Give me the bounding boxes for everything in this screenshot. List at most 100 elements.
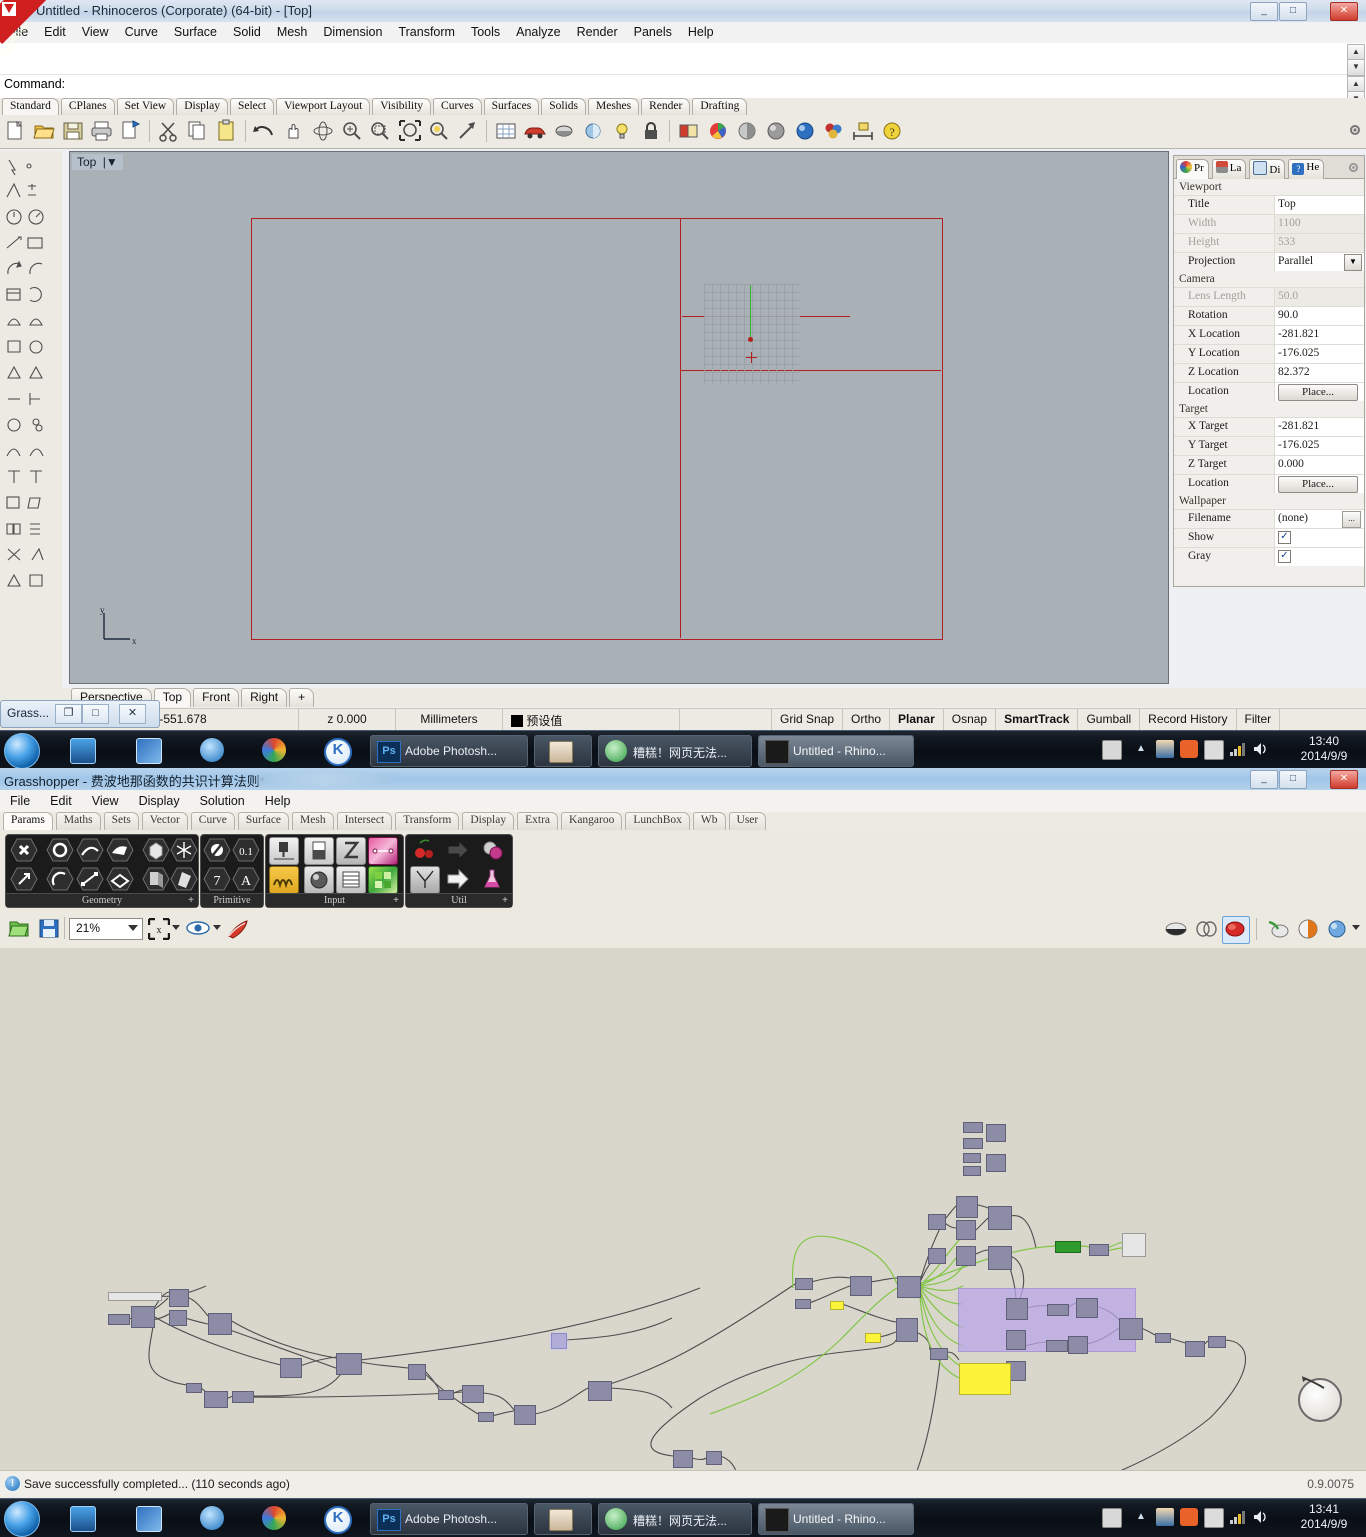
start-button[interactable] xyxy=(4,733,40,769)
canvas-component-node[interactable] xyxy=(551,1333,567,1349)
cut-scissors-icon[interactable] xyxy=(156,118,182,144)
menu-help[interactable]: Help xyxy=(680,22,722,43)
internet-explorer-icon-bottom[interactable] xyxy=(200,1506,224,1530)
chevron-down-icon[interactable]: ▼ xyxy=(1344,254,1362,271)
gh-tab-transform[interactable]: Transform xyxy=(395,812,460,830)
canvas-draw-fancy-icon[interactable] xyxy=(1296,918,1320,940)
param-mesh-icon[interactable] xyxy=(170,837,198,863)
toolbar-tab-meshes[interactable]: Meshes xyxy=(588,98,640,115)
viewport-title-label[interactable]: Top |▼ xyxy=(72,154,123,170)
menu-panels[interactable]: Panels xyxy=(626,22,680,43)
grasshopper-mini-close-button[interactable]: ✕ xyxy=(119,704,146,724)
taskbar-clock-top[interactable]: 13:40 2014/9/9 xyxy=(1290,734,1358,764)
canvas-component-node[interactable] xyxy=(706,1451,722,1465)
util-data-tree-icon[interactable] xyxy=(410,866,440,894)
canvas-component-node[interactable] xyxy=(1068,1336,1088,1354)
canvas-draw-icons-icon[interactable] xyxy=(1266,918,1290,940)
gh-menu-solution[interactable]: Solution xyxy=(190,790,255,812)
device-icon[interactable] xyxy=(1204,740,1224,760)
canvas-preview-off-icon[interactable] xyxy=(1164,918,1188,940)
switch-windows-icon-bottom[interactable] xyxy=(136,1506,162,1532)
canvas-component-node[interactable] xyxy=(1185,1341,1205,1357)
input-button-icon[interactable] xyxy=(304,866,334,894)
canvas-component-node[interactable] xyxy=(963,1138,983,1149)
property-checkbox[interactable]: ✓ xyxy=(1278,550,1291,563)
input-slider-icon[interactable] xyxy=(269,837,299,865)
canvas-component-node[interactable] xyxy=(988,1246,1012,1270)
status-record-history[interactable]: Record History xyxy=(1140,709,1237,732)
panel-tab-display[interactable]: Di xyxy=(1249,159,1286,179)
canvas-bake-icon[interactable] xyxy=(226,918,250,940)
kingsoft-k-icon[interactable]: K xyxy=(324,738,352,766)
canvas-wireframe-preview-icon[interactable] xyxy=(1194,918,1218,940)
canvas-component-node[interactable] xyxy=(830,1301,844,1310)
show-hidden-icon[interactable]: ▲ xyxy=(1132,740,1150,758)
grasshopper-minimized-window[interactable]: Grass... ❐ □ ✕ xyxy=(0,700,160,728)
canvas-component-node[interactable] xyxy=(988,1206,1012,1230)
canvas-component-node[interactable] xyxy=(208,1313,232,1335)
viewport-tab-right[interactable]: Right xyxy=(241,688,288,707)
viewport-tab-front[interactable]: Front xyxy=(193,688,240,707)
status-grid-snap[interactable]: Grid Snap xyxy=(772,709,844,732)
canvas-component-node[interactable] xyxy=(956,1246,976,1266)
paste-icon[interactable] xyxy=(214,118,240,144)
canvas-component-node[interactable] xyxy=(673,1450,693,1468)
util-cluster-icon[interactable] xyxy=(478,837,506,863)
taskbar-item-rhino[interactable]: Untitled - Rhino... xyxy=(758,735,914,767)
canvas-component-node[interactable] xyxy=(408,1364,426,1380)
volume-icon-bottom[interactable] xyxy=(1252,1508,1270,1526)
internet-explorer-icon[interactable] xyxy=(200,738,224,762)
zoom-extents-icon[interactable] xyxy=(397,118,423,144)
toolbar-tab-surfaces[interactable]: Surfaces xyxy=(483,98,540,115)
canvas-component-node[interactable] xyxy=(963,1122,983,1133)
ribbon-group-util-expand[interactable]: + xyxy=(502,894,508,907)
viewport-tab-add-button[interactable]: + xyxy=(289,688,315,707)
dimension-icon[interactable] xyxy=(850,118,876,144)
param-box-icon[interactable] xyxy=(142,837,170,863)
gh-tab-surface[interactable]: Surface xyxy=(237,812,290,830)
shade-icon[interactable] xyxy=(551,118,577,144)
gh-tab-mesh[interactable]: Mesh xyxy=(292,812,334,830)
switch-windows-icon[interactable] xyxy=(136,738,162,764)
canvas-component-node[interactable] xyxy=(930,1348,948,1360)
canvas-component-node[interactable] xyxy=(232,1391,254,1403)
safety-shield-icon-bottom[interactable] xyxy=(1180,1508,1198,1526)
command-prompt[interactable]: Command: xyxy=(4,77,65,91)
canvas-save-icon[interactable] xyxy=(38,917,60,939)
param-point-icon[interactable] xyxy=(10,837,38,863)
menu-dimension[interactable]: Dimension xyxy=(315,22,390,43)
param-number-icon[interactable]: 0.1 xyxy=(232,837,260,863)
place-button[interactable]: Place... xyxy=(1278,384,1358,401)
param-brep-icon[interactable] xyxy=(142,866,170,892)
canvas-component-node[interactable] xyxy=(1076,1298,1098,1318)
canvas-component-node[interactable] xyxy=(865,1333,881,1343)
param-mesh-face-icon[interactable] xyxy=(170,866,198,892)
canvas-component-node[interactable] xyxy=(897,1276,921,1298)
taskbar-item-photoshop-bottom[interactable]: Ps Adobe Photosh... xyxy=(370,1503,528,1535)
canvas-component-node[interactable] xyxy=(1155,1333,1171,1343)
canvas-component-node[interactable] xyxy=(986,1154,1006,1172)
status-smarttrack[interactable]: SmartTrack xyxy=(996,709,1079,732)
canvas-component-node[interactable] xyxy=(1122,1233,1146,1257)
canvas-component-node[interactable] xyxy=(438,1390,454,1400)
param-circle-icon[interactable] xyxy=(46,837,74,863)
input-graph-icon[interactable] xyxy=(269,866,299,894)
canvas-component-node[interactable] xyxy=(963,1166,981,1176)
canvas-widget-dropdown-icon[interactable] xyxy=(1352,925,1360,930)
status-planar[interactable]: Planar xyxy=(890,709,944,732)
car-render-icon[interactable] xyxy=(522,118,548,144)
param-integer-icon[interactable]: 7 xyxy=(203,866,231,892)
rhino-maximize-button[interactable]: □ xyxy=(1279,2,1307,21)
layer-color-icon[interactable] xyxy=(676,118,702,144)
canvas-component-node[interactable] xyxy=(896,1318,918,1342)
gh-tab-vector[interactable]: Vector xyxy=(141,812,188,830)
param-plane-icon[interactable] xyxy=(106,866,134,892)
network-icon[interactable] xyxy=(1228,740,1246,758)
menu-analyze[interactable]: Analyze xyxy=(508,22,568,43)
canvas-component-node[interactable] xyxy=(928,1248,946,1264)
canvas-component-node[interactable] xyxy=(588,1381,612,1401)
chevron-down-icon[interactable] xyxy=(128,925,138,931)
menu-view[interactable]: View xyxy=(74,22,117,43)
gh-tab-sets[interactable]: Sets xyxy=(103,812,139,830)
canvas-component-node[interactable] xyxy=(1047,1304,1069,1316)
